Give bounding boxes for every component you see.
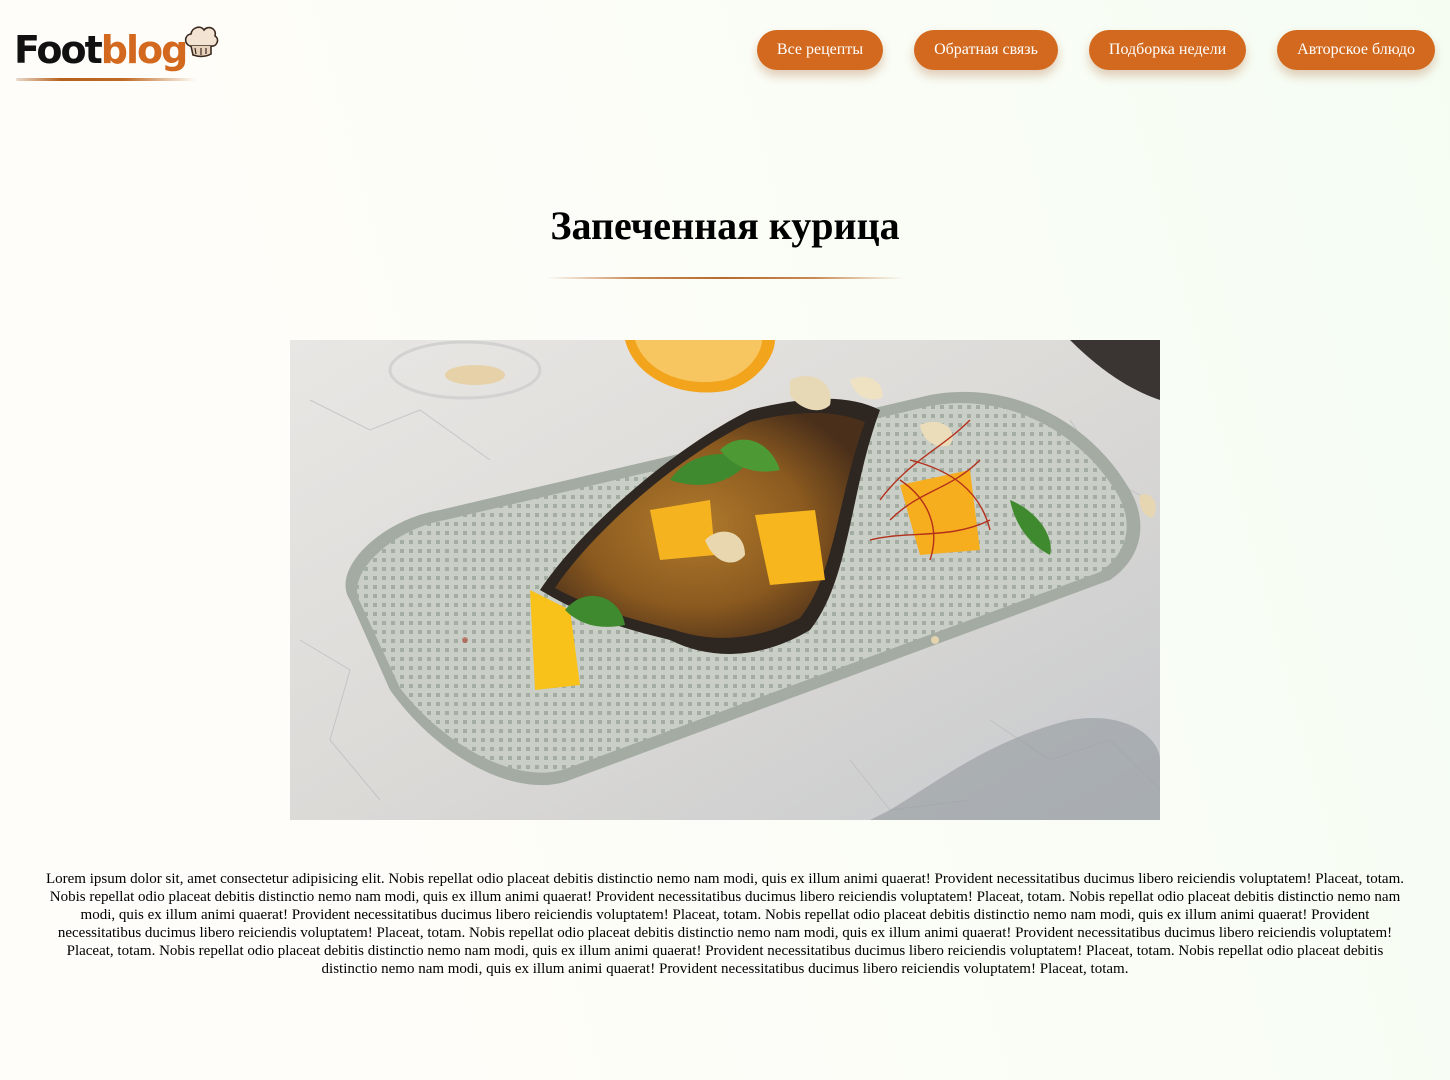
nav-feedback-button[interactable]: Обратная связь xyxy=(914,30,1058,70)
nav-signature-dish-button[interactable]: Авторское блюдо xyxy=(1277,30,1435,70)
nav-all-recipes-button[interactable]: Все рецепты xyxy=(756,30,884,70)
dish-photo xyxy=(290,340,1160,820)
page-title: Запеченная курица xyxy=(550,203,900,248)
title-divider xyxy=(546,277,904,279)
main-nav: Все рецепты Обратная связь Подборка неде… xyxy=(756,30,1435,70)
logo-wordmark: Footblog xyxy=(14,26,189,74)
recipe-text: Lorem ipsum dolor sit, amet consectetur … xyxy=(45,871,1405,977)
logo-text-foot: Foot xyxy=(14,28,103,72)
nav-weekly-selection-button[interactable]: Подборка недели xyxy=(1088,30,1247,70)
logo-underline xyxy=(16,78,196,81)
logo-text-blog: blog xyxy=(100,28,189,72)
logo-link[interactable]: Footblog xyxy=(14,24,219,86)
site-header: Footblog Все рецепты Обратная связь Подб… xyxy=(0,0,1450,110)
chef-hat-icon xyxy=(184,26,219,58)
